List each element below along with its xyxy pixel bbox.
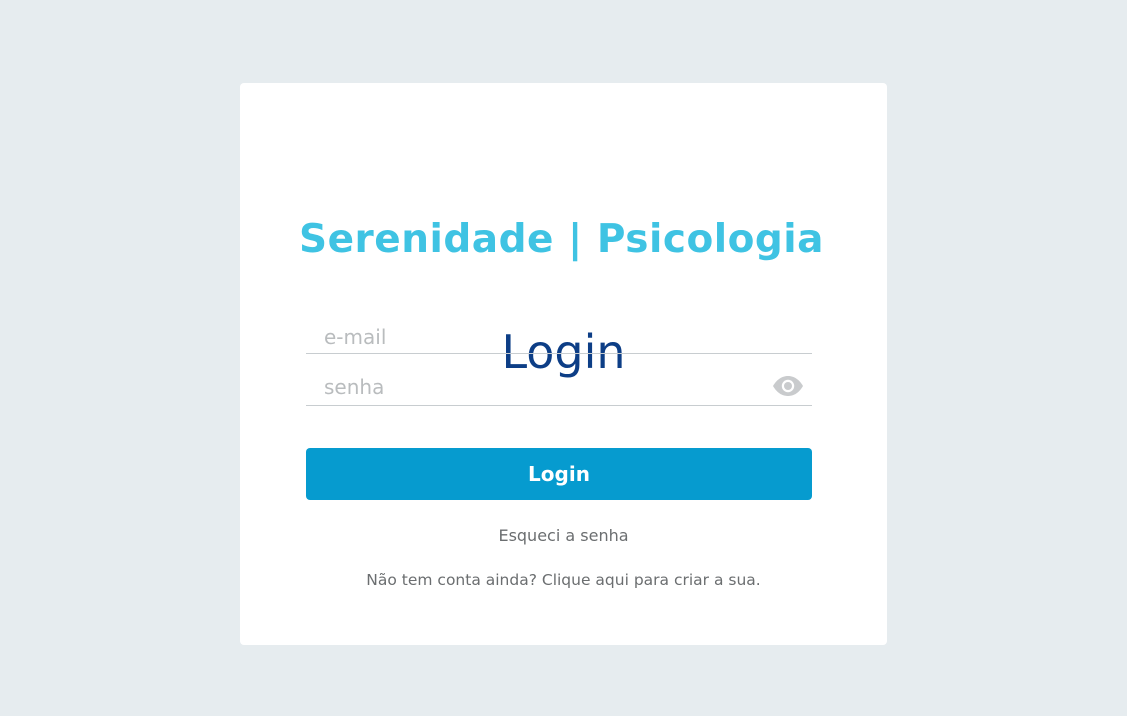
password-field-wrapper: [306, 368, 812, 406]
forgot-password-link[interactable]: Esqueci a senha: [240, 526, 887, 545]
email-field[interactable]: [306, 321, 812, 353]
login-button[interactable]: Login: [306, 448, 812, 500]
email-field-wrapper: [306, 321, 812, 354]
brand-title: Serenidade | Psicologia: [298, 217, 824, 262]
signup-link[interactable]: Não tem conta ainda? Clique aqui para cr…: [240, 571, 887, 589]
login-card: Serenidade | Psicologia Login Login Esqu…: [240, 83, 887, 645]
eye-icon[interactable]: [772, 375, 804, 397]
password-field[interactable]: [306, 368, 812, 405]
